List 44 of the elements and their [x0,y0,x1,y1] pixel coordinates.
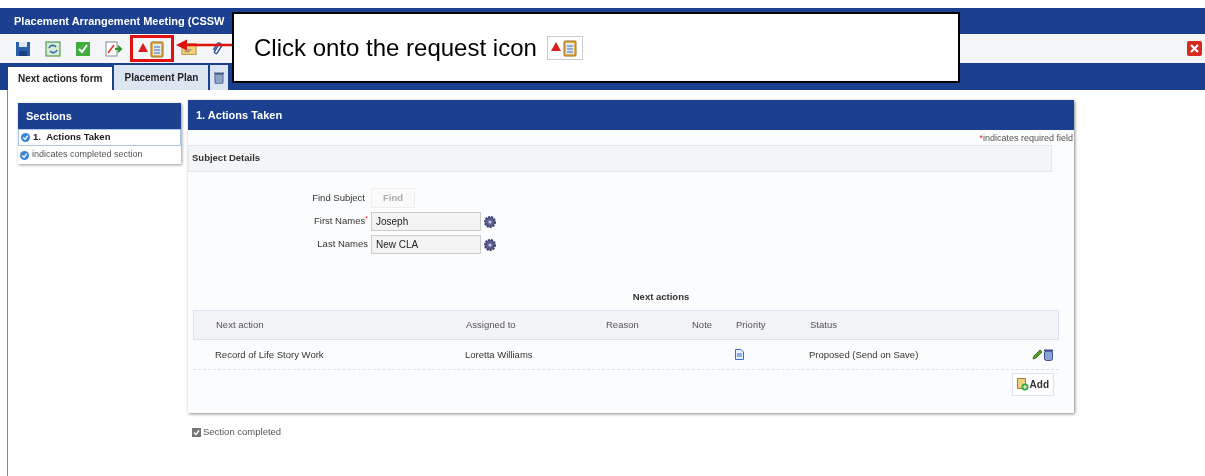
gear-icon[interactable] [484,238,496,251]
form-header: 1. Actions Taken [188,100,1074,130]
field-label: Last Names [316,237,368,252]
refresh-icon [45,40,61,57]
checkbox[interactable] [192,427,201,437]
request-icon [138,39,166,58]
field-label: First Names$^{*}$ [313,214,368,229]
add-button[interactable]: Add [1011,373,1054,397]
close-icon[interactable] [1187,41,1202,56]
legend-text: indicates completed section [32,148,143,162]
trash-icon[interactable] [214,71,225,84]
section-item[interactable]: 1. Actions Taken [18,129,181,146]
table-cell-text: Record of Life Story Work [215,347,325,362]
column-header: Priority [736,318,767,333]
text-field[interactable]: Joseph [371,212,481,231]
paperclip-icon [211,41,223,56]
save-icon [15,40,31,57]
gear-icon[interactable] [484,215,496,228]
checkbox-label: Section completed [203,425,282,439]
completed-icon [21,133,30,142]
check-icon [75,40,91,57]
text-field[interactable]: New CLA [371,235,481,254]
table-cell: Proposed (Send on Save) [809,347,919,362]
window-title: Placement Arrangement Meeting (CSSW [14,13,225,29]
column-header: Assigned to [466,318,517,333]
arrow-icon [176,39,232,51]
column-header: Status [810,318,838,333]
export-document-icon [105,40,123,57]
column-header: Reason [606,318,640,333]
document-icon [735,349,744,361]
pencil-icon[interactable] [1032,348,1043,360]
field-label: Find Subject [311,190,365,205]
column-header: Next action [216,318,265,333]
required-note: *indicates required field [979,131,1073,145]
trash-icon[interactable] [1044,348,1053,361]
column-header: Note [692,318,714,333]
table-title: Next actions [632,290,690,304]
subject-details-bar: Subject Details [188,145,1052,172]
table-cell-text: Loretta Williams [465,347,534,362]
sections-header: Sections [18,103,181,129]
callout-text: Click onto the request icon [254,32,537,63]
tab[interactable]: Next actions form [8,65,113,90]
tab[interactable]: Placement Plan [114,65,209,90]
add-icon [1016,378,1029,392]
